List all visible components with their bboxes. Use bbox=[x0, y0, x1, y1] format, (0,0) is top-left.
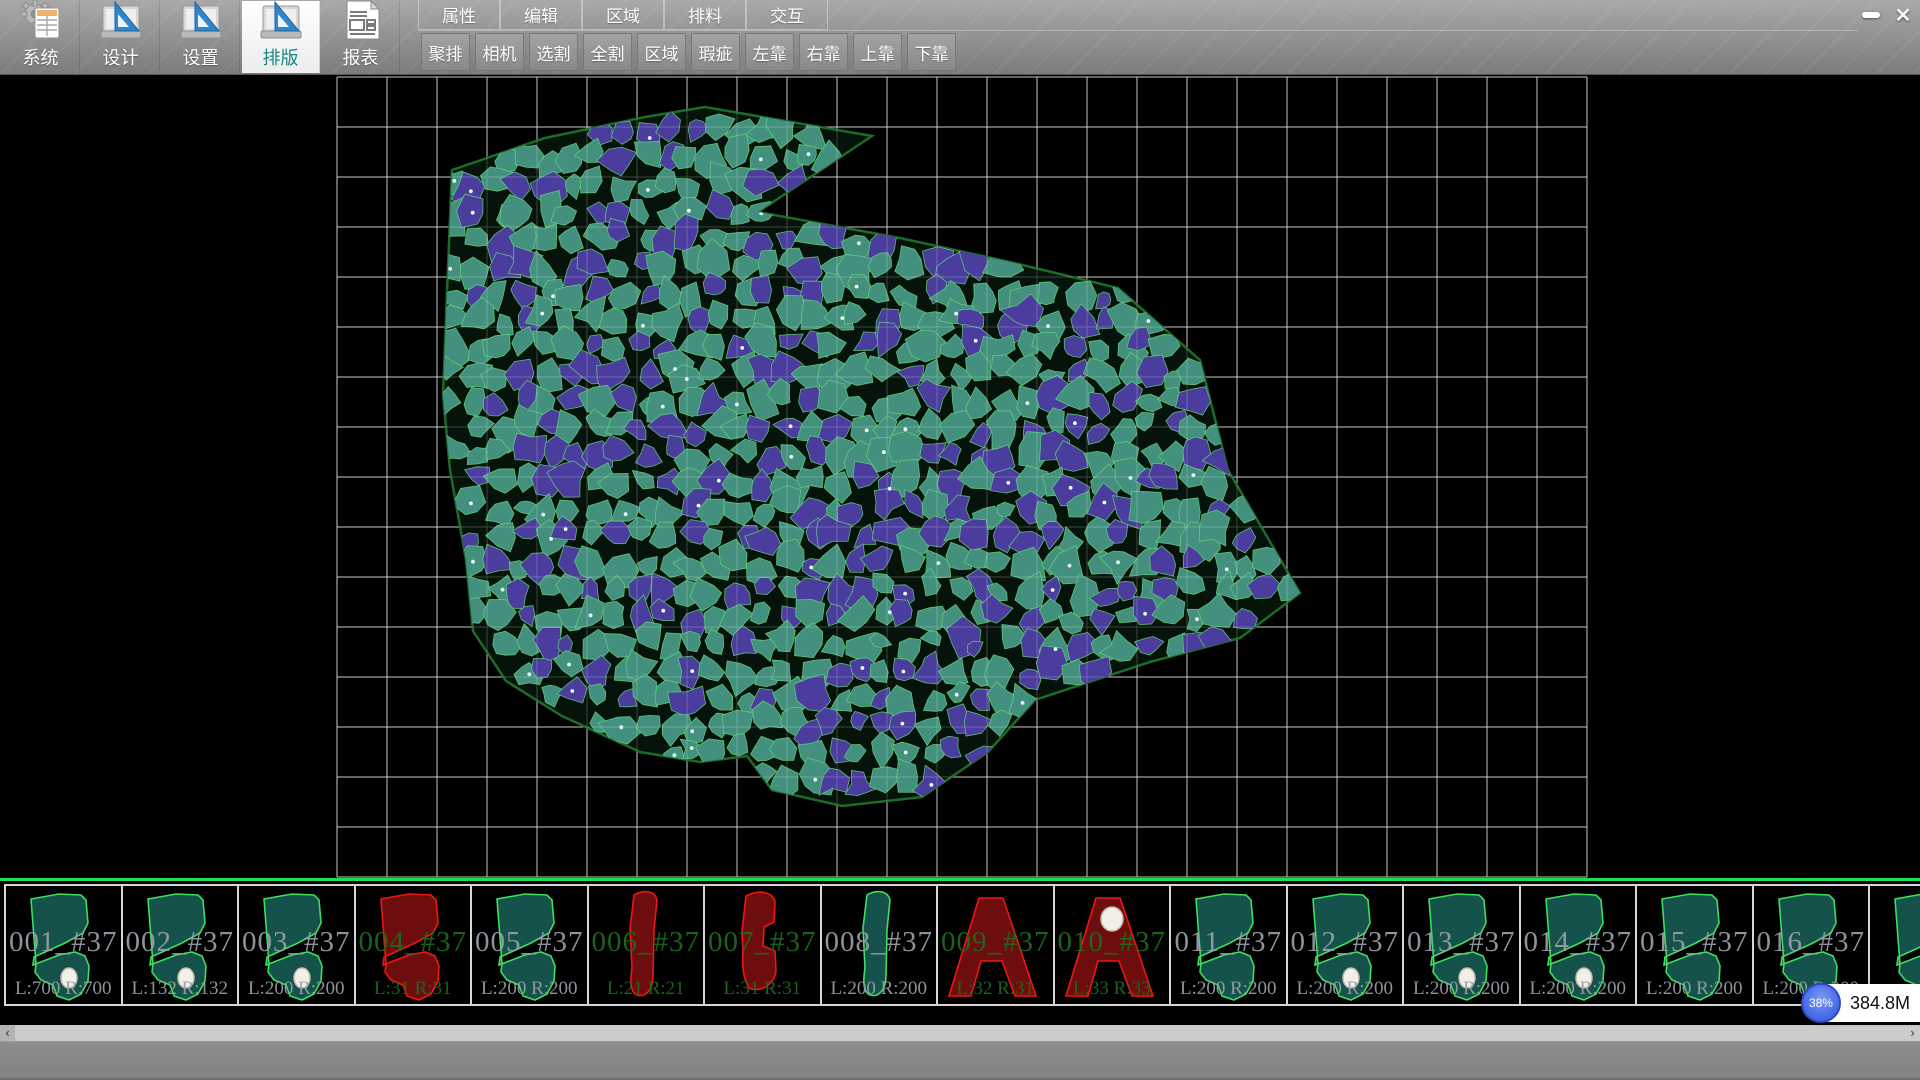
menu-tab-编辑[interactable]: 编辑 bbox=[500, 0, 582, 30]
piece-id-label: 008_#37 bbox=[822, 926, 937, 959]
piece-id-label: 015_#37 bbox=[1637, 926, 1752, 959]
piece-count-label: L:200 R:200 bbox=[1288, 978, 1403, 1000]
memory-usage-badge[interactable]: 38% 384.8M bbox=[1802, 984, 1920, 1022]
main-toolbar: 系统设计设置排版报表 属性编辑区域排料交互 聚排相机选割全割区域瑕疵左靠右靠上靠… bbox=[0, 0, 1920, 75]
piece-thumbnail[interactable]: 007_#37 L:31 R:31 bbox=[703, 884, 822, 1006]
scroll-right-arrow-icon[interactable]: › bbox=[1905, 1025, 1920, 1041]
nesting-ruler-icon bbox=[259, 0, 303, 42]
piece-thumbnail[interactable]: 014_#37 L:200 R:200 bbox=[1519, 884, 1638, 1006]
app-tab-label: 系统 bbox=[23, 44, 59, 70]
tool-button-row: 聚排相机选割全割区域瑕疵左靠右靠上靠下靠 bbox=[421, 33, 956, 72]
piece-id-label: 001_#37 bbox=[6, 926, 121, 959]
piece-thumbnail[interactable]: 005_#37 L:200 R:200 bbox=[470, 884, 589, 1006]
app-tab-label: 排版 bbox=[263, 44, 299, 70]
design-ruler-icon bbox=[99, 0, 143, 42]
piece-thumbnail[interactable]: 008_#37 L:200 R:200 bbox=[820, 884, 939, 1006]
tool-button-区域[interactable]: 区域 bbox=[637, 33, 686, 71]
piece-thumbnail[interactable]: 010_#37 L:33 R:33 bbox=[1053, 884, 1172, 1006]
piece-thumbnail[interactable]: 004_#37 L:31 R:31 bbox=[354, 884, 473, 1006]
piece-thumbnail-list: 001_#37 L:700 R:700 002_#37 L:132 R:132 … bbox=[4, 884, 1920, 1006]
report-document-icon bbox=[339, 0, 383, 42]
piece-thumbnail-strip: 001_#37 L:700 R:700 002_#37 L:132 R:132 … bbox=[0, 878, 1920, 1024]
piece-thumbnail[interactable]: 001_#37 L:700 R:700 bbox=[4, 884, 123, 1006]
app-tab-label: 报表 bbox=[343, 44, 379, 70]
piece-count-label: L:200 R:200 bbox=[822, 978, 937, 1000]
menu-tab-属性[interactable]: 属性 bbox=[418, 0, 500, 30]
piece-thumbnail[interactable]: 002_#37 L:132 R:132 bbox=[121, 884, 240, 1006]
piece-thumbnail[interactable]: 009_#37 L:32 R:31 bbox=[936, 884, 1055, 1006]
menu-tab-row: 属性编辑区域排料交互 bbox=[418, 0, 828, 30]
application-window: 系统设计设置排版报表 属性编辑区域排料交互 聚排相机选割全割区域瑕疵左靠右靠上靠… bbox=[0, 0, 1920, 1080]
piece-id-label: 006_#37 bbox=[589, 926, 704, 959]
piece-id-label: 004_#37 bbox=[356, 926, 471, 959]
piece-count-label: L:200 R:200 bbox=[1404, 978, 1519, 1000]
close-button[interactable]: ✕ bbox=[1890, 2, 1916, 28]
settings-ruler-icon bbox=[179, 0, 223, 42]
piece-count-label: L:200 R:200 bbox=[1521, 978, 1636, 1000]
piece-count-label: L:31 R:31 bbox=[705, 978, 820, 1000]
piece-id-label: 007_#37 bbox=[705, 926, 820, 959]
tool-button-选割[interactable]: 选割 bbox=[529, 33, 578, 71]
piece-thumbnail[interactable]: 011_#37 L:200 R:200 bbox=[1169, 884, 1288, 1006]
app-tab-系统[interactable]: 系统 bbox=[2, 1, 80, 73]
tool-button-全割[interactable]: 全割 bbox=[583, 33, 632, 71]
minimize-icon bbox=[1862, 12, 1880, 18]
app-tab-bar: 系统 设计 设置 排版 报表 bbox=[2, 1, 402, 73]
menu-underline bbox=[418, 30, 1858, 31]
status-bar bbox=[0, 1041, 1920, 1080]
piece-id-label: 011_#37 bbox=[1171, 926, 1286, 959]
piece-id-label: 016_#37 bbox=[1754, 926, 1869, 959]
tool-button-聚排[interactable]: 聚排 bbox=[421, 33, 470, 71]
piece-thumbnail[interactable]: 012_#37 L:200 R:200 bbox=[1286, 884, 1405, 1006]
piece-thumbnail[interactable]: 003_#37 L:200 R:200 bbox=[237, 884, 356, 1006]
app-tab-label: 设计 bbox=[103, 44, 139, 70]
strip-top-line bbox=[0, 878, 1920, 881]
app-tab-报表[interactable]: 报表 bbox=[322, 1, 400, 73]
piece-id-label: 003_#37 bbox=[239, 926, 354, 959]
window-controls: ✕ bbox=[1858, 2, 1916, 28]
piece-count-label: L:200 R:200 bbox=[1637, 978, 1752, 1000]
piece-id-label: 005_#37 bbox=[472, 926, 587, 959]
tool-button-下靠[interactable]: 下靠 bbox=[907, 33, 956, 71]
piece-count-label: L:200 R:200 bbox=[239, 978, 354, 1000]
tool-button-左靠[interactable]: 左靠 bbox=[745, 33, 794, 71]
piece-count-label: L:200 R:200 bbox=[1171, 978, 1286, 1000]
memory-percent-label: 38% bbox=[1809, 996, 1833, 1010]
nesting-canvas[interactable] bbox=[0, 75, 1920, 878]
system-gear-icon bbox=[19, 0, 63, 42]
piece-thumbnail[interactable]: 013_#37 L:200 R:200 bbox=[1402, 884, 1521, 1006]
piece-count-label: L:132 R:132 bbox=[123, 978, 238, 1000]
tool-button-瑕疵[interactable]: 瑕疵 bbox=[691, 33, 740, 71]
piece-id-label: 013_#37 bbox=[1404, 926, 1519, 959]
tool-button-相机[interactable]: 相机 bbox=[475, 33, 524, 71]
app-tab-设置[interactable]: 设置 bbox=[162, 1, 240, 73]
menu-tab-交互[interactable]: 交互 bbox=[746, 0, 828, 30]
piece-count-label: L:200 R:200 bbox=[472, 978, 587, 1000]
piece-thumbnail[interactable]: 006_#37 L:21 R:21 bbox=[587, 884, 706, 1006]
scroll-left-arrow-icon[interactable]: ‹ bbox=[0, 1025, 15, 1041]
tool-button-右靠[interactable]: 右靠 bbox=[799, 33, 848, 71]
piece-id-label: 012_#37 bbox=[1288, 926, 1403, 959]
piece-thumbnail[interactable]: 015_#37 L:200 R:200 bbox=[1635, 884, 1754, 1006]
minimize-button[interactable] bbox=[1858, 2, 1884, 28]
app-tab-设计[interactable]: 设计 bbox=[82, 1, 160, 73]
piece-id-label: 014_#37 bbox=[1521, 926, 1636, 959]
horizontal-scrollbar[interactable]: ‹ › bbox=[0, 1025, 1920, 1041]
piece-id-label: 002_#37 bbox=[123, 926, 238, 959]
app-tab-label: 设置 bbox=[183, 44, 219, 70]
tool-button-上靠[interactable]: 上靠 bbox=[853, 33, 902, 71]
piece-id-label: 010_#37 bbox=[1055, 926, 1170, 959]
piece-count-label: L:33 R:33 bbox=[1055, 978, 1170, 1000]
memory-value-label: 384.8M bbox=[1850, 993, 1910, 1014]
piece-count-label: L:32 R:31 bbox=[938, 978, 1053, 1000]
piece-id-label: 0 bbox=[1870, 926, 1920, 959]
piece-count-label: L:21 R:21 bbox=[589, 978, 704, 1000]
app-tab-排版[interactable]: 排版 bbox=[242, 1, 320, 73]
piece-id-label: 009_#37 bbox=[938, 926, 1053, 959]
menu-tab-区域[interactable]: 区域 bbox=[582, 0, 664, 30]
piece-count-label: L:700 R:700 bbox=[6, 978, 121, 1000]
menu-tab-排料[interactable]: 排料 bbox=[664, 0, 746, 30]
memory-percent-indicator: 38% bbox=[1801, 983, 1841, 1023]
piece-count-label: L:31 R:31 bbox=[356, 978, 471, 1000]
